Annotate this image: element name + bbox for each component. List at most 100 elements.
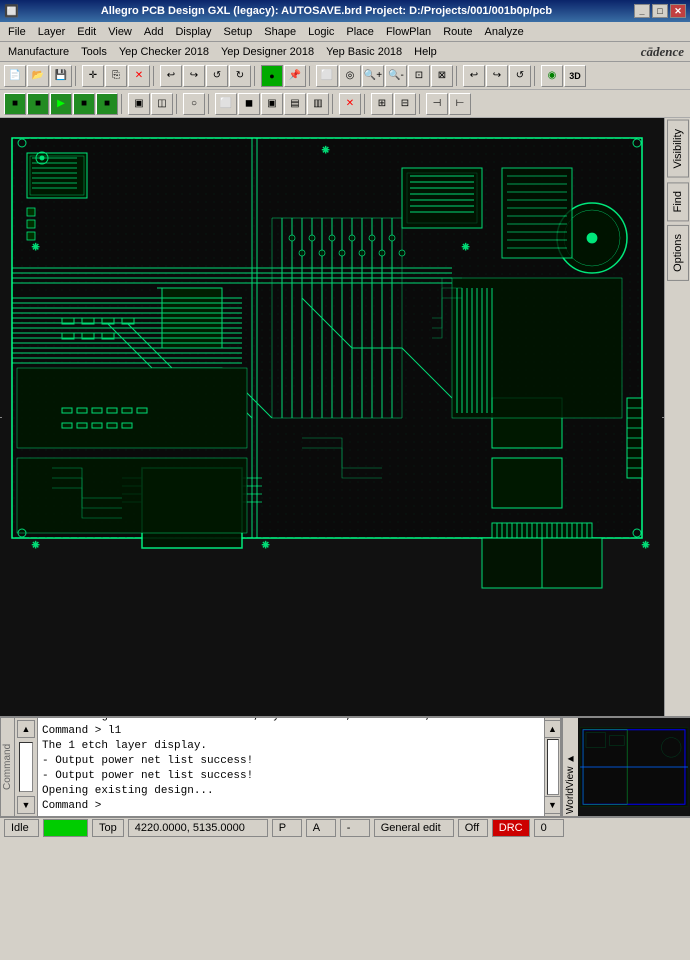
menu-logic[interactable]: Logic bbox=[302, 24, 340, 40]
refresh-button[interactable]: ↺ bbox=[509, 65, 531, 87]
tb2-11[interactable]: ▣ bbox=[261, 93, 283, 115]
pcb-canvas-area[interactable]: ✳ ✳ ✳ ✳ ✳ ✳ bbox=[0, 118, 664, 716]
separator-1 bbox=[75, 66, 79, 86]
tb2-18[interactable]: ⊢ bbox=[449, 93, 471, 115]
tb2-12[interactable]: ▤ bbox=[284, 93, 306, 115]
menu-display[interactable]: Display bbox=[169, 24, 217, 40]
svg-text:✳: ✳ bbox=[32, 239, 39, 253]
wv-scrollbar[interactable] bbox=[547, 739, 559, 795]
menu-analyze[interactable]: Analyze bbox=[479, 24, 530, 40]
tb2-sep2 bbox=[176, 94, 180, 114]
tb2-14[interactable]: ✕ bbox=[339, 93, 361, 115]
zoom-prev-button[interactable]: ⊠ bbox=[431, 65, 453, 87]
worldview-label: WorldView ► bbox=[562, 718, 578, 816]
3d-button[interactable]: 3D bbox=[564, 65, 586, 87]
copy-button[interactable]: ⎘ bbox=[105, 65, 127, 87]
console-line-4: - Output power net list success! bbox=[42, 754, 540, 769]
tb2-10[interactable]: ◼ bbox=[238, 93, 260, 115]
menu-shape[interactable]: Shape bbox=[258, 24, 302, 40]
move-button[interactable]: ✛ bbox=[82, 65, 104, 87]
menu-flowplan[interactable]: FlowPlan bbox=[380, 24, 437, 40]
wv-scroll-up[interactable]: ▲ bbox=[544, 720, 562, 738]
scroll-up-button[interactable]: ▲ bbox=[17, 720, 35, 738]
menu-help[interactable]: Help bbox=[408, 44, 443, 60]
zoom-in-button[interactable]: 🔍+ bbox=[362, 65, 384, 87]
console-panel: This design board name: AUTOSAVE, Symbol… bbox=[38, 718, 544, 816]
tb2-7[interactable]: ◫ bbox=[151, 93, 173, 115]
menu-add[interactable]: Add bbox=[138, 24, 170, 40]
zoom-center-button[interactable]: ◎ bbox=[339, 65, 361, 87]
tb2-1[interactable]: ■ bbox=[4, 93, 26, 115]
menu-route[interactable]: Route bbox=[437, 24, 478, 40]
delete-button[interactable]: ✕ bbox=[128, 65, 150, 87]
visibility-tab[interactable]: Visibility bbox=[667, 120, 689, 178]
undo2-button[interactable]: ↺ bbox=[206, 65, 228, 87]
scrollbar[interactable] bbox=[19, 742, 33, 792]
menu-place[interactable]: Place bbox=[340, 24, 380, 40]
save-button[interactable]: 💾 bbox=[50, 65, 72, 87]
tb2-4[interactable]: ■ bbox=[73, 93, 95, 115]
status-a-button[interactable]: A bbox=[306, 819, 336, 837]
tb2-2[interactable]: ■ bbox=[27, 93, 49, 115]
console-scroll-panel: ▲ ▼ bbox=[14, 718, 38, 816]
status-p-button[interactable]: P bbox=[272, 819, 302, 837]
svg-text:✳: ✳ bbox=[262, 537, 269, 551]
find-tab[interactable]: Find bbox=[667, 182, 689, 221]
tb2-5[interactable]: ■ bbox=[96, 93, 118, 115]
status-mode: General edit bbox=[374, 819, 454, 837]
svg-text:✳: ✳ bbox=[462, 239, 469, 253]
tb2-sep1 bbox=[121, 94, 125, 114]
tb2-8[interactable]: ○ bbox=[183, 93, 205, 115]
status-green-indicator bbox=[43, 819, 88, 837]
maximize-button[interactable]: □ bbox=[652, 4, 668, 18]
minimize-button[interactable]: _ bbox=[634, 4, 650, 18]
menu-layer[interactable]: Layer bbox=[32, 24, 72, 40]
menu-view[interactable]: View bbox=[102, 24, 138, 40]
tb2-3[interactable]: ▶ bbox=[50, 93, 72, 115]
pan-left-button[interactable]: ↩ bbox=[463, 65, 485, 87]
wv-scroll-down[interactable]: ▼ bbox=[544, 796, 562, 814]
status-dash: - bbox=[340, 819, 370, 837]
bottom-section: Command ▲ ▼ This design board name: AUTO… bbox=[0, 716, 690, 816]
redo2-button[interactable]: ↻ bbox=[229, 65, 251, 87]
title-bar: 🔲 Allegro PCB Design GXL (legacy): AUTOS… bbox=[0, 0, 690, 22]
options-tab[interactable]: Options bbox=[667, 225, 689, 281]
status-layer: Top bbox=[92, 819, 124, 837]
zoom-area-button[interactable]: ⬜ bbox=[316, 65, 338, 87]
scroll-down-button[interactable]: ▼ bbox=[17, 796, 35, 814]
new-button[interactable]: 📄 bbox=[4, 65, 26, 87]
menu-yep-basic[interactable]: Yep Basic 2018 bbox=[320, 44, 408, 60]
tb2-6[interactable]: ▣ bbox=[128, 93, 150, 115]
console-line-3: The 1 etch layer display. bbox=[42, 739, 540, 754]
open-button[interactable]: 📂 bbox=[27, 65, 49, 87]
pin-button[interactable]: 📌 bbox=[284, 65, 306, 87]
tb2-13[interactable]: ▥ bbox=[307, 93, 329, 115]
menu-yep-designer[interactable]: Yep Designer 2018 bbox=[215, 44, 320, 60]
tb2-9[interactable]: ⬜ bbox=[215, 93, 237, 115]
tb2-16[interactable]: ⊟ bbox=[394, 93, 416, 115]
close-button[interactable]: ✕ bbox=[670, 4, 686, 18]
console-line-6: Opening existing design... bbox=[42, 784, 540, 799]
highlight-button[interactable]: ◉ bbox=[541, 65, 563, 87]
undo-button[interactable]: ↩ bbox=[160, 65, 182, 87]
menu-tools[interactable]: Tools bbox=[75, 44, 113, 60]
window-controls: _ □ ✕ bbox=[634, 4, 686, 18]
menu-file[interactable]: File bbox=[2, 24, 32, 40]
toolbar-row-1: 📄 📂 💾 ✛ ⎘ ✕ ↩ ↪ ↺ ↻ ● 📌 ⬜ ◎ 🔍+ 🔍- ⊡ ⊠ ↩ … bbox=[0, 62, 690, 90]
menu-yep-checker[interactable]: Yep Checker 2018 bbox=[113, 44, 215, 60]
tb2-15[interactable]: ⊞ bbox=[371, 93, 393, 115]
worldview-canvas bbox=[578, 718, 690, 816]
tb2-17[interactable]: ⊣ bbox=[426, 93, 448, 115]
zoom-fit-button[interactable]: ⊡ bbox=[408, 65, 430, 87]
status-off: Off bbox=[458, 819, 488, 837]
command-side-label: Command bbox=[0, 718, 14, 816]
redo-button[interactable]: ↪ bbox=[183, 65, 205, 87]
zoom-out-button[interactable]: 🔍- bbox=[385, 65, 407, 87]
pan-right-button[interactable]: ↪ bbox=[486, 65, 508, 87]
menu-manufacture[interactable]: Manufacture bbox=[2, 44, 75, 60]
title-icon: 🔲 bbox=[4, 4, 19, 18]
menu-setup[interactable]: Setup bbox=[218, 24, 259, 40]
menu-edit[interactable]: Edit bbox=[71, 24, 102, 40]
main-layout: ✳ ✳ ✳ ✳ ✳ ✳ bbox=[0, 118, 690, 716]
ratsnest-button[interactable]: ● bbox=[261, 65, 283, 87]
